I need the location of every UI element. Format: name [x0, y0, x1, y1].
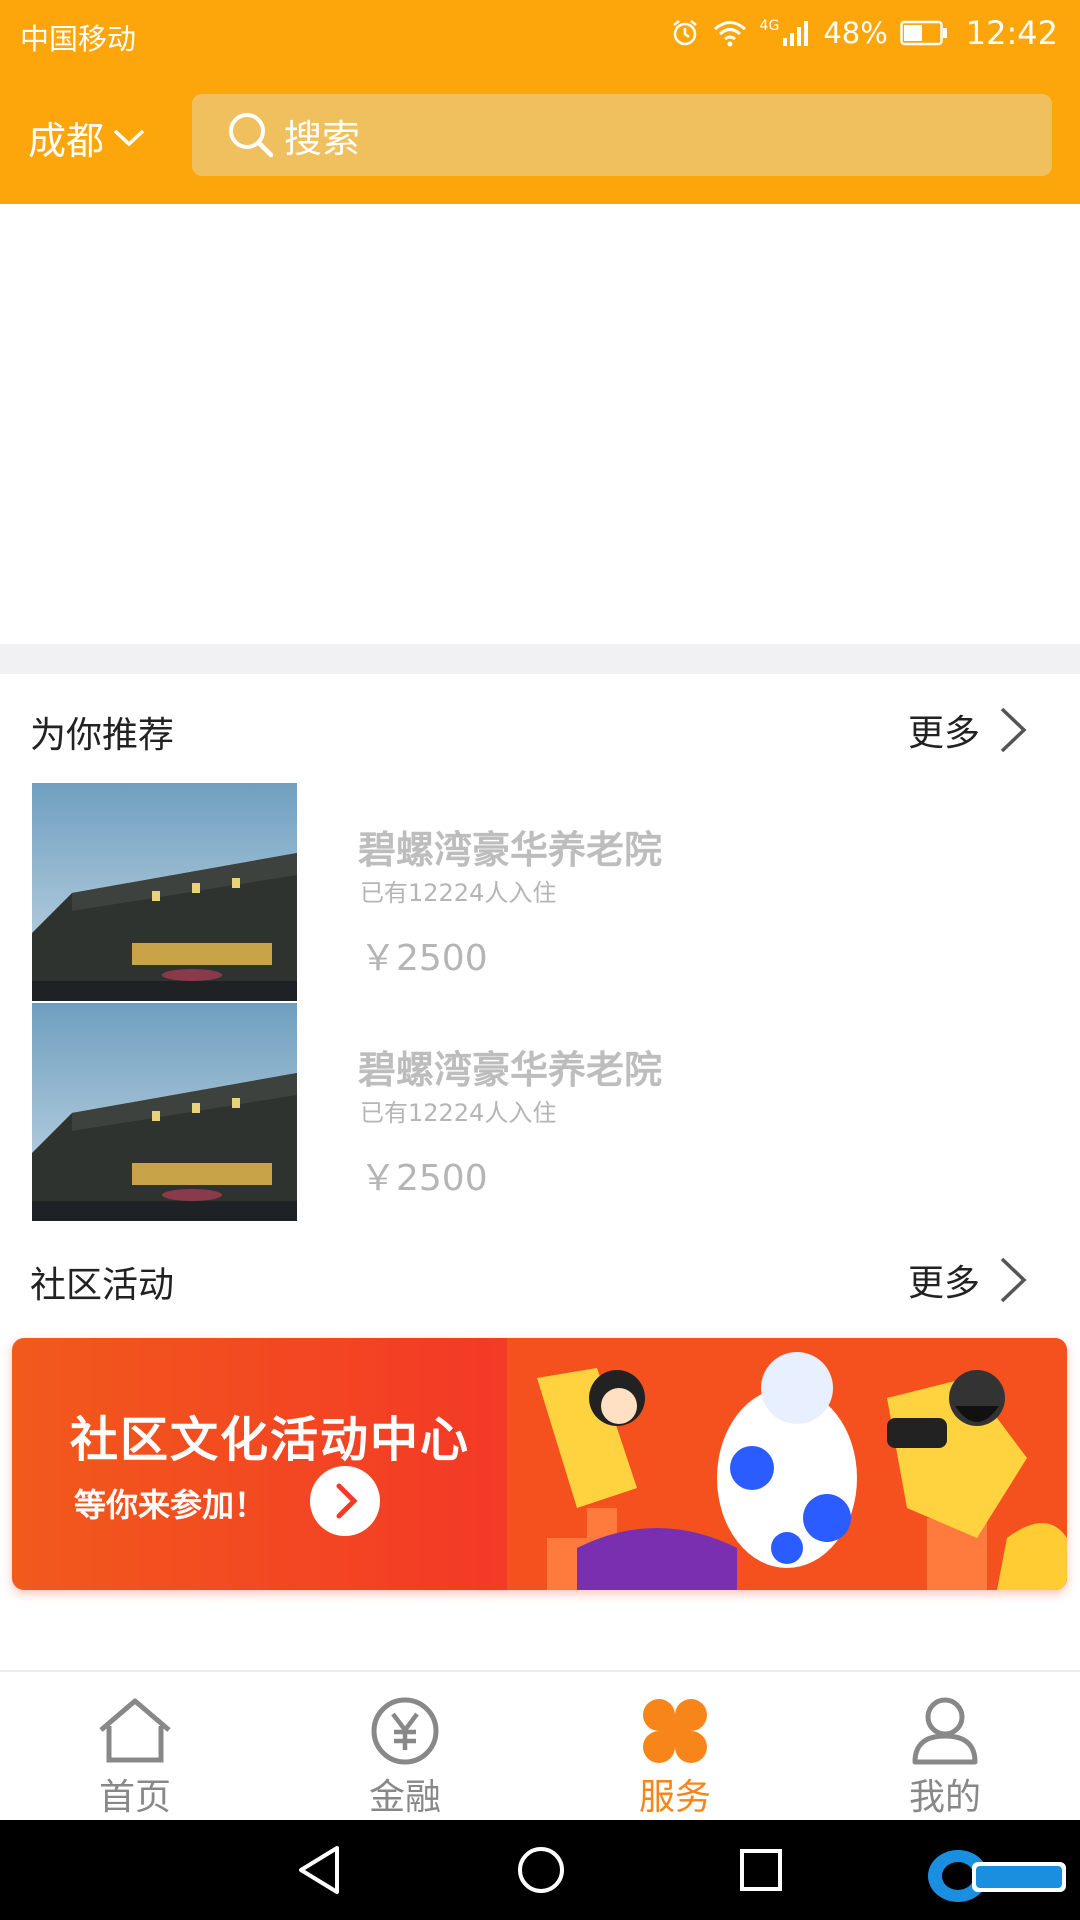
city-search-bar: 成都 搜索 — [0, 94, 1080, 176]
tab-me[interactable]: 我的 — [810, 1672, 1080, 1820]
top-header: 中国移动 4G 48% 12:42 成都 搜索 — [0, 0, 1080, 204]
user-icon — [912, 1697, 978, 1765]
search-input[interactable]: 搜索 — [192, 94, 1052, 176]
banner-headline: 社区文化活动中心 — [70, 1412, 471, 1468]
battery-icon — [900, 20, 947, 46]
uzzf-watermark-logo — [928, 1850, 1066, 1902]
tab-label: 我的 — [908, 1777, 981, 1818]
network-type: 4G — [759, 18, 780, 34]
activity-title: 社区活动 — [30, 1265, 175, 1306]
section-divider — [0, 644, 1080, 674]
item-name: 碧螺湾豪华养老院 — [358, 828, 663, 872]
carrier-label: 中国移动 — [20, 22, 137, 56]
activity-header: 社区活动 更多 — [0, 1230, 1080, 1330]
status-bar: 中国移动 4G 48% 12:42 — [0, 0, 1080, 70]
tab-finance[interactable]: 金融 — [270, 1672, 540, 1820]
recommend-title: 为你推荐 — [30, 715, 175, 756]
home-icon — [99, 1698, 171, 1763]
circle-home-icon — [518, 1847, 564, 1893]
status-icons: 4G 48% 12:42 — [670, 14, 1058, 52]
chevron-right-icon — [1000, 707, 1027, 753]
chevron-right-icon — [336, 1483, 358, 1519]
recommend-header: 为你推荐 更多 — [0, 680, 1080, 780]
list-item[interactable]: 碧螺湾豪华养老院 已有12224人入住 ￥2500 — [0, 783, 1080, 1003]
signal-icon — [783, 21, 809, 46]
activity-more-button[interactable]: 更多 — [908, 1254, 1028, 1306]
banner-subtitle: 等你来参加！ — [74, 1486, 267, 1524]
recents-button[interactable] — [736, 1844, 786, 1900]
tab-label: 服务 — [638, 1777, 711, 1818]
search-icon — [229, 113, 274, 158]
banner-illustration — [507, 1338, 1067, 1590]
recommend-more-button[interactable]: 更多 — [908, 704, 1028, 756]
item-price: ￥2500 — [360, 1158, 488, 1199]
bottom-tab-bar: 首页 金融 服务 我的 — [0, 1670, 1080, 1820]
alarm-icon — [672, 20, 697, 46]
list-item[interactable]: 碧螺湾豪华养老院 已有12224人入住 ￥2500 — [0, 1003, 1080, 1223]
banner-go-button[interactable] — [310, 1466, 380, 1536]
clock: 12:42 — [965, 14, 1058, 52]
item-price: ￥2500 — [360, 938, 488, 979]
home-button[interactable] — [516, 1844, 566, 1900]
wifi-icon — [713, 21, 746, 47]
square-recents-icon — [740, 1849, 782, 1891]
item-count: 已有12224人入住 — [360, 1099, 557, 1127]
tab-home[interactable]: 首页 — [0, 1672, 270, 1820]
search-placeholder: 搜索 — [284, 116, 361, 161]
yen-icon — [371, 1697, 439, 1765]
item-count: 已有12224人入住 — [360, 879, 557, 907]
banner-area — [0, 204, 1080, 644]
services-icon — [643, 1699, 707, 1763]
battery-percent: 48% — [823, 16, 888, 50]
chevron-down-icon — [113, 129, 145, 146]
chevron-right-icon — [1000, 1257, 1027, 1303]
back-icon — [299, 1846, 339, 1894]
city-label: 成都 — [28, 119, 105, 163]
nursing-home-photo — [32, 783, 297, 1001]
tab-label: 首页 — [98, 1777, 171, 1818]
activity-banner[interactable]: 社区文化活动中心 等你来参加！ — [12, 1338, 1067, 1590]
more-label: 更多 — [907, 1263, 980, 1304]
tab-label: 金融 — [368, 1777, 441, 1818]
system-nav-bar — [0, 1820, 1080, 1920]
tab-services[interactable]: 服务 — [540, 1672, 810, 1820]
more-label: 更多 — [907, 713, 980, 754]
item-name: 碧螺湾豪华养老院 — [358, 1048, 663, 1092]
city-selector[interactable]: 成都 — [28, 110, 146, 165]
nursing-home-photo — [32, 1003, 297, 1221]
back-button[interactable] — [295, 1844, 345, 1900]
